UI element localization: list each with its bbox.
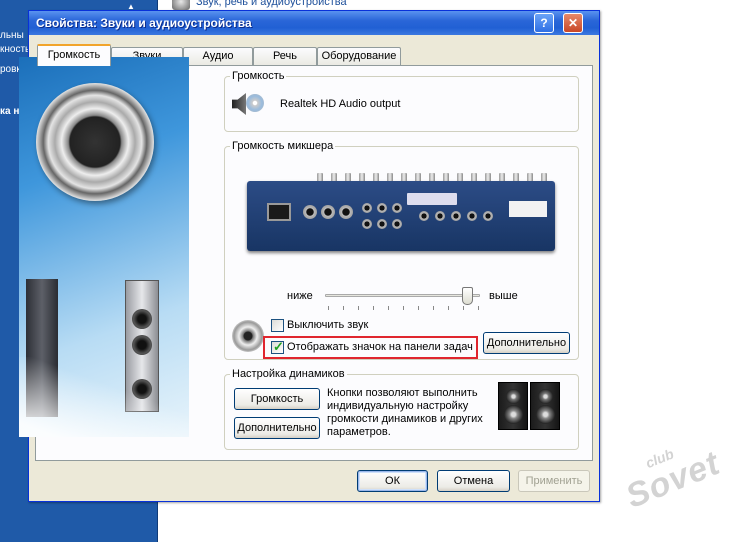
tab-speech[interactable]: Речь [253, 47, 317, 65]
apply-button[interactable]: Применить [518, 470, 590, 492]
title-bar[interactable]: Свойства: Звуки и аудиоустройства ? ✕ [29, 11, 599, 35]
audio-device-icon [232, 90, 264, 118]
background-text-fragment: льны [0, 30, 24, 41]
sound-category-icon [172, 0, 190, 10]
speaker-icon [232, 320, 264, 352]
tab-volume[interactable]: Громкость [37, 44, 111, 66]
speaker-pair-icon [530, 382, 560, 430]
show-tray-icon-label[interactable]: Отображать значок на панели задач [287, 341, 473, 353]
speaker-volume-button[interactable]: Громкость [234, 388, 320, 410]
tab-audio[interactable]: Аудио [183, 47, 253, 65]
help-button[interactable]: ? [534, 13, 554, 33]
background-title-text: Звук, речь и аудиоустройства [196, 0, 347, 8]
slider-high-label: выше [489, 290, 518, 302]
mixer-advanced-button[interactable]: Дополнительно [483, 332, 570, 354]
speaker-settings-label: Настройка динамиков [230, 368, 347, 380]
volume-group [224, 76, 579, 132]
mute-label[interactable]: Выключить звук [287, 319, 368, 331]
speaker-pair-icon [498, 382, 528, 430]
ok-button[interactable]: ОК [357, 470, 428, 492]
slider-low-label: ниже [287, 290, 313, 302]
volume-group-label: Громкость [230, 70, 287, 82]
show-tray-icon-checkbox[interactable] [271, 339, 284, 355]
slider-ticks [328, 306, 479, 310]
device-name: Realtek HD Audio output [280, 98, 401, 110]
mixer-volume-slider-track[interactable] [325, 294, 480, 297]
close-button[interactable]: ✕ [563, 13, 583, 33]
speaker-settings-description: Кнопки позволяют выполнить индивидуальну… [327, 387, 483, 438]
window-title: Свойства: Звуки и аудиоустройства [36, 16, 252, 30]
cancel-button[interactable]: Отмена [437, 470, 510, 492]
background-text-fragment: кность [0, 44, 31, 55]
speaker-advanced-button[interactable]: Дополнительно [234, 417, 320, 439]
watermark-logo: club Sovet [620, 443, 726, 516]
mute-checkbox[interactable] [271, 319, 284, 332]
speaker-woofer-icon [36, 83, 154, 201]
background-window-title: Звук, речь и аудиоустройства [160, 0, 460, 10]
mixer-volume-slider-thumb[interactable] [461, 287, 473, 305]
mixer-group-label: Громкость микшера [230, 140, 336, 152]
mixer-device-icon [247, 173, 555, 253]
speaker-illustration [19, 57, 189, 437]
tab-hardware[interactable]: Оборудование [317, 47, 401, 65]
